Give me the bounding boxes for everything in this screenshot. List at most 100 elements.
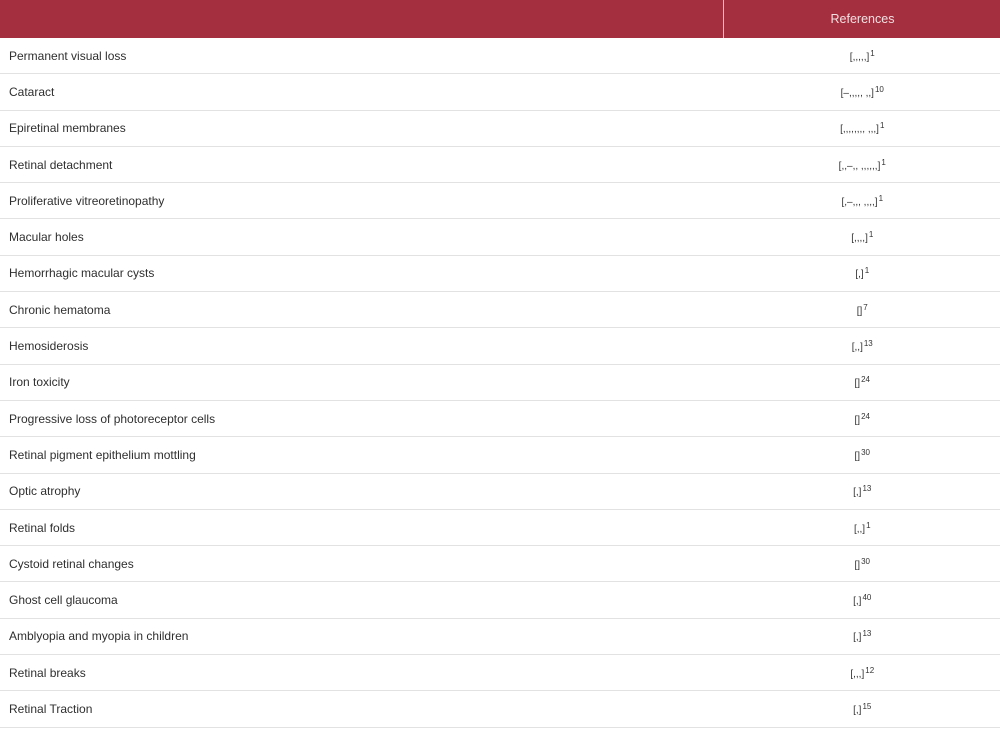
reference-cell: [,,,,]1 bbox=[723, 218, 1000, 256]
table-row: Proliferative vitreoretinopathy [,–,,, ,,… bbox=[0, 182, 1000, 220]
table-row: Macular holes [,,,,]1 bbox=[0, 218, 1000, 256]
reference-cell: []7 bbox=[723, 291, 1000, 329]
condition-cell: Amblyopia and myopia in children bbox=[0, 618, 724, 656]
reference-citation[interactable]: [] bbox=[855, 451, 861, 462]
condition-cell: Ghost cell glaucoma bbox=[0, 581, 724, 619]
condition-cell: Retinal Traction bbox=[0, 690, 724, 728]
reference-cell: []30 bbox=[723, 545, 1000, 583]
reference-cell: [,]40 bbox=[723, 581, 1000, 619]
reference-superscript[interactable]: 40 bbox=[862, 593, 871, 602]
reference-superscript[interactable]: 1 bbox=[881, 158, 885, 167]
condition-cell: Retinal detachment bbox=[0, 146, 724, 184]
reference-superscript[interactable]: 1 bbox=[866, 521, 870, 530]
reference-superscript[interactable]: 1 bbox=[865, 266, 869, 275]
table-row: Retinal breaks [,,,]12 bbox=[0, 654, 1000, 692]
reference-superscript[interactable]: 10 bbox=[875, 85, 884, 94]
reference-superscript[interactable]: 13 bbox=[862, 629, 871, 638]
reference-superscript[interactable]: 1 bbox=[880, 121, 884, 130]
reference-superscript[interactable]: 30 bbox=[861, 557, 870, 566]
header-references: References bbox=[723, 0, 1000, 38]
condition-cell: Optic atrophy bbox=[0, 473, 724, 510]
table-row: Retinal folds [,,]1 bbox=[0, 509, 1000, 547]
table-row: Chronic hematoma []7 bbox=[0, 291, 1000, 329]
reference-cell: [,]15 bbox=[723, 690, 1000, 728]
condition-cell: Cataract bbox=[0, 73, 724, 111]
reference-superscript[interactable]: 1 bbox=[869, 230, 873, 239]
condition-cell: Macular holes bbox=[0, 218, 724, 256]
reference-cell: [–,,,,, ,,]10 bbox=[723, 73, 1000, 111]
reference-citation[interactable]: [,] bbox=[855, 269, 863, 280]
reference-citation[interactable]: [–,,,,, ,,] bbox=[841, 88, 874, 99]
condition-cell: Hemosiderosis bbox=[0, 327, 724, 365]
reference-citation[interactable]: [,] bbox=[853, 487, 861, 498]
reference-superscript[interactable]: 15 bbox=[862, 702, 871, 711]
reference-cell: [,,]13 bbox=[723, 327, 1000, 365]
reference-cell: [,]13 bbox=[723, 618, 1000, 656]
reference-cell: []24 bbox=[723, 400, 1000, 438]
reference-citation[interactable]: [,–,,, ,,,,] bbox=[841, 197, 877, 208]
condition-cell: Epiretinal membranes bbox=[0, 110, 724, 147]
reference-superscript[interactable]: 7 bbox=[863, 303, 867, 312]
reference-superscript[interactable]: 13 bbox=[862, 484, 871, 493]
reference-citation[interactable]: [,,] bbox=[852, 342, 863, 353]
header-condition bbox=[0, 0, 724, 38]
table-row: Progressive loss of photoreceptor cells[… bbox=[0, 400, 1000, 438]
reference-citation[interactable]: [] bbox=[855, 415, 861, 426]
condition-cell: Hemorrhagic macular cysts bbox=[0, 255, 724, 293]
table-row: Hemosiderosis [,,]13 bbox=[0, 327, 1000, 365]
table-row: Ghost cell glaucoma [,]40 bbox=[0, 581, 1000, 619]
reference-cell: [,]13 bbox=[723, 473, 1000, 510]
condition-cell: Permanent visual loss bbox=[0, 38, 724, 75]
reference-cell: [,,,]12 bbox=[723, 654, 1000, 692]
table-row: Retinal Traction [,]15 bbox=[0, 690, 1000, 728]
reference-cell: [,–,,, ,,,,]1 bbox=[723, 182, 1000, 220]
reference-superscript[interactable]: 24 bbox=[861, 412, 870, 421]
reference-citation[interactable]: [] bbox=[855, 560, 861, 571]
references-table: References Permanent visual loss [,,,,,]1… bbox=[0, 0, 1000, 728]
reference-superscript[interactable]: 13 bbox=[864, 339, 873, 348]
reference-superscript[interactable]: 12 bbox=[865, 666, 874, 675]
reference-citation[interactable]: [,,,,,] bbox=[850, 52, 869, 63]
table-row: Amblyopia and myopia in children [,]13 bbox=[0, 618, 1000, 656]
condition-cell: Retinal pigment epithelium mottling bbox=[0, 436, 724, 474]
reference-citation[interactable]: [] bbox=[857, 306, 863, 317]
reference-superscript[interactable]: 1 bbox=[870, 49, 874, 58]
reference-cell: [,,–,, ,,,,,,]1 bbox=[723, 146, 1000, 184]
reference-citation[interactable]: [] bbox=[855, 378, 861, 389]
reference-cell: [,,,,,,,, ,,,]1 bbox=[723, 110, 1000, 147]
table-row: Retinal detachment [,,–,, ,,,,,,]1 bbox=[0, 146, 1000, 184]
reference-superscript[interactable]: 1 bbox=[879, 194, 883, 203]
reference-superscript[interactable]: 24 bbox=[861, 375, 870, 384]
reference-citation[interactable]: [,,–,, ,,,,,,] bbox=[839, 161, 881, 172]
reference-citation[interactable]: [,,,] bbox=[850, 669, 864, 680]
condition-cell: Retinal breaks bbox=[0, 654, 724, 692]
table-row: Iron toxicity []24 bbox=[0, 364, 1000, 401]
reference-cell: []30 bbox=[723, 436, 1000, 474]
reference-cell: [,,,,,]1 bbox=[723, 38, 1000, 75]
table-row: Optic atrophy [,]13 bbox=[0, 473, 1000, 510]
reference-citation[interactable]: [,,,,] bbox=[851, 233, 868, 244]
reference-citation[interactable]: [,] bbox=[853, 705, 861, 716]
reference-cell: [,]1 bbox=[723, 255, 1000, 293]
table-row: Cataract [–,,,,, ,,]10 bbox=[0, 73, 1000, 111]
table-row: Permanent visual loss [,,,,,]1 bbox=[0, 38, 1000, 75]
reference-cell: [,,]1 bbox=[723, 509, 1000, 547]
reference-citation[interactable]: [,] bbox=[853, 596, 861, 607]
reference-superscript[interactable]: 30 bbox=[861, 448, 870, 457]
table-row: Hemorrhagic macular cysts [,]1 bbox=[0, 255, 1000, 293]
reference-citation[interactable]: [,] bbox=[853, 632, 861, 643]
table-body: Permanent visual loss [,,,,,]1 Cataract [–,… bbox=[0, 38, 1000, 728]
header-row: References bbox=[0, 0, 1000, 38]
table-row: Epiretinal membranes [,,,,,,,, ,,,]1 bbox=[0, 110, 1000, 147]
table-row: Cystoid retinal changes []30 bbox=[0, 545, 1000, 583]
condition-cell: Cystoid retinal changes bbox=[0, 545, 724, 583]
condition-cell: Chronic hematoma bbox=[0, 291, 724, 329]
condition-cell: Iron toxicity bbox=[0, 364, 724, 401]
reference-citation[interactable]: [,,] bbox=[854, 524, 865, 535]
reference-citation[interactable]: [,,,,,,,, ,,,] bbox=[840, 124, 879, 135]
reference-cell: []24 bbox=[723, 364, 1000, 401]
condition-cell: Proliferative vitreoretinopathy bbox=[0, 182, 724, 220]
table-row: Retinal pigment epithelium mottling []30 bbox=[0, 436, 1000, 474]
table-header: References bbox=[0, 0, 1000, 38]
condition-cell: Progressive loss of photoreceptor cells bbox=[0, 400, 724, 438]
